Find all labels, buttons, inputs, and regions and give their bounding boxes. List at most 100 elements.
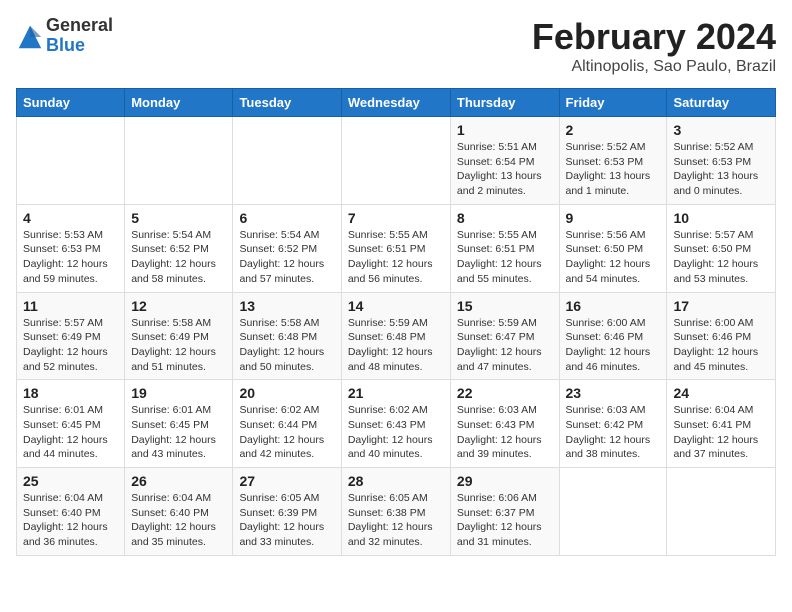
day-info: Sunrise: 6:04 AM Sunset: 6:40 PM Dayligh… <box>23 491 118 550</box>
day-number: 11 <box>23 298 118 314</box>
calendar-cell: 16 Sunrise: 6:00 AM Sunset: 6:46 PM Dayli… <box>559 292 667 380</box>
day-number: 21 <box>348 385 444 401</box>
calendar-cell: 22 Sunrise: 6:03 AM Sunset: 6:43 PM Dayli… <box>450 380 559 468</box>
calendar-header-row: SundayMondayTuesdayWednesdayThursdayFrid… <box>17 89 776 117</box>
day-number: 19 <box>131 385 226 401</box>
day-info: Sunrise: 6:00 AM Sunset: 6:46 PM Dayligh… <box>673 316 769 375</box>
day-number: 26 <box>131 473 226 489</box>
calendar-cell <box>125 117 233 205</box>
calendar-table: SundayMondayTuesdayWednesdayThursdayFrid… <box>16 88 776 556</box>
calendar-cell: 7Sunrise: 5:55 AM Sunset: 6:51 PM Daylig… <box>341 204 450 292</box>
calendar-cell: 15 Sunrise: 5:59 AM Sunset: 6:47 PM Dayli… <box>450 292 559 380</box>
calendar-day-header: Wednesday <box>341 89 450 117</box>
day-info: Sunrise: 5:55 AM Sunset: 6:51 PM Dayligh… <box>348 228 444 287</box>
day-number: 28 <box>348 473 444 489</box>
calendar-header: SundayMondayTuesdayWednesdayThursdayFrid… <box>17 89 776 117</box>
calendar-body: 1 Sunrise: 5:51 AM Sunset: 6:54 PM Daylig… <box>17 117 776 556</box>
calendar-cell <box>17 117 125 205</box>
calendar-day-header: Tuesday <box>233 89 341 117</box>
calendar-cell: 14Sunrise: 5:59 AM Sunset: 6:48 PM Dayli… <box>341 292 450 380</box>
calendar-cell: 17Sunrise: 6:00 AM Sunset: 6:46 PM Dayli… <box>667 292 776 380</box>
day-info: Sunrise: 5:54 AM Sunset: 6:52 PM Dayligh… <box>239 228 334 287</box>
calendar-week-row: 11Sunrise: 5:57 AM Sunset: 6:49 PM Dayli… <box>17 292 776 380</box>
calendar-cell: 21 Sunrise: 6:02 AM Sunset: 6:43 PM Dayli… <box>341 380 450 468</box>
calendar-day-header: Sunday <box>17 89 125 117</box>
logo: General Blue <box>16 16 113 56</box>
calendar-week-row: 25 Sunrise: 6:04 AM Sunset: 6:40 PM Dayli… <box>17 468 776 556</box>
day-info: Sunrise: 6:02 AM Sunset: 6:44 PM Dayligh… <box>239 403 334 462</box>
day-info: Sunrise: 6:03 AM Sunset: 6:43 PM Dayligh… <box>457 403 553 462</box>
day-number: 8 <box>457 210 553 226</box>
logo-icon <box>16 23 44 51</box>
day-info: Sunrise: 5:57 AM Sunset: 6:50 PM Dayligh… <box>673 228 769 287</box>
calendar-cell: 25 Sunrise: 6:04 AM Sunset: 6:40 PM Dayli… <box>17 468 125 556</box>
day-info: Sunrise: 5:54 AM Sunset: 6:52 PM Dayligh… <box>131 228 226 287</box>
day-number: 4 <box>23 210 118 226</box>
calendar-cell <box>341 117 450 205</box>
calendar-cell: 23 Sunrise: 6:03 AM Sunset: 6:42 PM Dayli… <box>559 380 667 468</box>
day-number: 14 <box>348 298 444 314</box>
day-info: Sunrise: 5:55 AM Sunset: 6:51 PM Dayligh… <box>457 228 553 287</box>
day-info: Sunrise: 6:04 AM Sunset: 6:41 PM Dayligh… <box>673 403 769 462</box>
day-info: Sunrise: 6:01 AM Sunset: 6:45 PM Dayligh… <box>131 403 226 462</box>
day-info: Sunrise: 5:58 AM Sunset: 6:49 PM Dayligh… <box>131 316 226 375</box>
day-info: Sunrise: 5:52 AM Sunset: 6:53 PM Dayligh… <box>566 140 661 199</box>
day-number: 18 <box>23 385 118 401</box>
day-number: 25 <box>23 473 118 489</box>
day-number: 23 <box>566 385 661 401</box>
day-info: Sunrise: 6:03 AM Sunset: 6:42 PM Dayligh… <box>566 403 661 462</box>
calendar-day-header: Friday <box>559 89 667 117</box>
day-number: 1 <box>457 122 553 138</box>
calendar-cell: 18 Sunrise: 6:01 AM Sunset: 6:45 PM Dayli… <box>17 380 125 468</box>
calendar-cell: 9 Sunrise: 5:56 AM Sunset: 6:50 PM Daylig… <box>559 204 667 292</box>
calendar-cell: 4Sunrise: 5:53 AM Sunset: 6:53 PM Daylig… <box>17 204 125 292</box>
calendar-day-header: Monday <box>125 89 233 117</box>
day-number: 9 <box>566 210 661 226</box>
calendar-cell: 6 Sunrise: 5:54 AM Sunset: 6:52 PM Daylig… <box>233 204 341 292</box>
day-info: Sunrise: 5:51 AM Sunset: 6:54 PM Dayligh… <box>457 140 553 199</box>
day-info: Sunrise: 6:01 AM Sunset: 6:45 PM Dayligh… <box>23 403 118 462</box>
day-info: Sunrise: 5:52 AM Sunset: 6:53 PM Dayligh… <box>673 140 769 199</box>
day-info: Sunrise: 6:02 AM Sunset: 6:43 PM Dayligh… <box>348 403 444 462</box>
calendar-cell: 5 Sunrise: 5:54 AM Sunset: 6:52 PM Daylig… <box>125 204 233 292</box>
day-info: Sunrise: 5:59 AM Sunset: 6:47 PM Dayligh… <box>457 316 553 375</box>
calendar-day-header: Saturday <box>667 89 776 117</box>
calendar-cell: 24 Sunrise: 6:04 AM Sunset: 6:41 PM Dayli… <box>667 380 776 468</box>
day-info: Sunrise: 6:05 AM Sunset: 6:39 PM Dayligh… <box>239 491 334 550</box>
day-number: 24 <box>673 385 769 401</box>
day-number: 16 <box>566 298 661 314</box>
day-number: 13 <box>239 298 334 314</box>
day-number: 15 <box>457 298 553 314</box>
calendar-cell: 20 Sunrise: 6:02 AM Sunset: 6:44 PM Dayli… <box>233 380 341 468</box>
calendar-cell: 11Sunrise: 5:57 AM Sunset: 6:49 PM Dayli… <box>17 292 125 380</box>
day-number: 29 <box>457 473 553 489</box>
day-number: 20 <box>239 385 334 401</box>
page-title: February 2024 <box>532 16 776 58</box>
calendar-cell: 28 Sunrise: 6:05 AM Sunset: 6:38 PM Dayli… <box>341 468 450 556</box>
day-info: Sunrise: 6:05 AM Sunset: 6:38 PM Dayligh… <box>348 491 444 550</box>
day-number: 5 <box>131 210 226 226</box>
calendar-day-header: Thursday <box>450 89 559 117</box>
page-header: General Blue February 2024 Altinopolis, … <box>16 16 776 76</box>
day-number: 22 <box>457 385 553 401</box>
day-number: 6 <box>239 210 334 226</box>
calendar-cell: 29 Sunrise: 6:06 AM Sunset: 6:37 PM Dayli… <box>450 468 559 556</box>
day-info: Sunrise: 6:04 AM Sunset: 6:40 PM Dayligh… <box>131 491 226 550</box>
calendar-cell: 13 Sunrise: 5:58 AM Sunset: 6:48 PM Dayli… <box>233 292 341 380</box>
logo-text: General Blue <box>46 16 113 56</box>
day-info: Sunrise: 5:56 AM Sunset: 6:50 PM Dayligh… <box>566 228 661 287</box>
calendar-cell: 3Sunrise: 5:52 AM Sunset: 6:53 PM Daylig… <box>667 117 776 205</box>
calendar-cell <box>559 468 667 556</box>
day-info: Sunrise: 6:06 AM Sunset: 6:37 PM Dayligh… <box>457 491 553 550</box>
calendar-week-row: 18 Sunrise: 6:01 AM Sunset: 6:45 PM Dayli… <box>17 380 776 468</box>
day-info: Sunrise: 6:00 AM Sunset: 6:46 PM Dayligh… <box>566 316 661 375</box>
title-section: February 2024 Altinopolis, Sao Paulo, Br… <box>532 16 776 76</box>
day-number: 2 <box>566 122 661 138</box>
calendar-week-row: 4Sunrise: 5:53 AM Sunset: 6:53 PM Daylig… <box>17 204 776 292</box>
day-number: 12 <box>131 298 226 314</box>
calendar-cell: 10Sunrise: 5:57 AM Sunset: 6:50 PM Dayli… <box>667 204 776 292</box>
calendar-cell: 19 Sunrise: 6:01 AM Sunset: 6:45 PM Dayli… <box>125 380 233 468</box>
calendar-week-row: 1 Sunrise: 5:51 AM Sunset: 6:54 PM Daylig… <box>17 117 776 205</box>
calendar-cell: 1 Sunrise: 5:51 AM Sunset: 6:54 PM Daylig… <box>450 117 559 205</box>
day-info: Sunrise: 5:58 AM Sunset: 6:48 PM Dayligh… <box>239 316 334 375</box>
